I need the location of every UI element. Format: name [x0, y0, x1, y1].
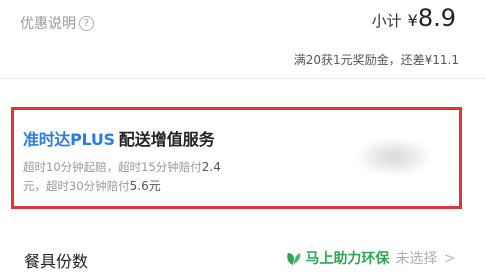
utensil-status: 未选择: [395, 251, 438, 267]
divider: [0, 78, 486, 79]
rule-line2: ，超时30分钟赔付: [34, 179, 130, 193]
subtotal-amount: 8.9: [417, 4, 456, 32]
rule-line1: 超时10分钟起赔，超时15分钟赔付: [23, 160, 202, 174]
rule-amount-1: 2.4: [201, 160, 221, 174]
leaf-icon: [287, 253, 301, 265]
service-toggle[interactable]: [359, 140, 429, 174]
discount-info[interactable]: 优惠说明 ?: [20, 13, 94, 33]
subtotal-currency: ¥: [407, 11, 418, 30]
discount-label: 优惠说明: [20, 16, 76, 32]
rule-unit: 元: [23, 179, 35, 193]
chevron-right-icon: >: [443, 249, 456, 267]
reward-note: 满20获1元奖励金，还差¥11.1: [293, 53, 459, 67]
subtotal-label: 小计: [371, 12, 402, 30]
eco-label: 马上助力环保: [305, 251, 390, 267]
service-name: 配送增值服务: [118, 130, 215, 149]
utensil-selector[interactable]: 马上助力环保 未选择 >: [285, 248, 456, 268]
plus-brand: 准时达PLUS: [23, 130, 115, 149]
service-title: 准时达PLUS 配送增值服务: [23, 126, 215, 150]
rule-amount-2: 5.6元: [129, 179, 161, 193]
utensil-label: 餐具份数: [24, 252, 89, 271]
subtotal: 小计 ¥ 8.9: [372, 4, 456, 32]
compensation-rules: 超时10分钟起赔，超时15分钟赔付2.4 元，超时30分钟赔付5.6元: [23, 158, 263, 196]
help-icon[interactable]: ?: [79, 15, 94, 31]
delivery-service-card[interactable]: 准时达PLUS 配送增值服务 超时10分钟起赔，超时15分钟赔付2.4 元，超时3…: [11, 107, 462, 209]
